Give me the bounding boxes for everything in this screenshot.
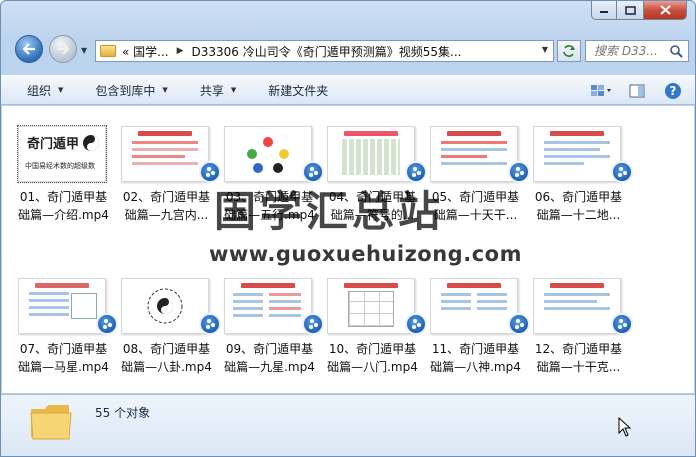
file-item[interactable]: 07、奇门遁甲基 础篇—马星.mp4 — [12, 258, 118, 376]
forward-arrow-icon — [57, 43, 70, 55]
video-thumbnail — [533, 126, 621, 182]
help-icon: ? — [665, 83, 681, 99]
close-button[interactable] — [643, 1, 687, 20]
file-name: 07、奇门遁甲基 础篇—马星.mp4 — [18, 342, 109, 374]
video-thumbnail — [224, 126, 312, 182]
share-menu[interactable]: 共享 ▼ — [200, 82, 236, 99]
back-button[interactable] — [15, 35, 43, 63]
chevron-down-icon: ▼ — [162, 86, 168, 94]
file-item[interactable]: 06、奇门遁甲基 础篇—十二地... — [527, 106, 633, 224]
video-thumbnail — [224, 278, 312, 334]
refresh-button[interactable] — [557, 40, 581, 62]
maximize-button[interactable] — [617, 1, 643, 20]
file-item[interactable]: 11、奇门遁甲基 础篇—八神.mp4 — [424, 258, 530, 376]
breadcrumb-separator-icon[interactable]: ▶ — [177, 46, 184, 56]
video-thumbnail — [121, 278, 209, 334]
file-item[interactable]: 03、奇门遁甲基 础篇—五行.mp4 — [218, 106, 324, 224]
back-arrow-icon — [22, 43, 35, 55]
file-item[interactable]: 02、奇门遁甲基 础篇—九宫内... — [115, 106, 221, 224]
file-name: 09、奇门遁甲基 础篇—九星.mp4 — [224, 342, 315, 374]
file-name: 03、奇门遁甲基 础篇—五行.mp4 — [224, 190, 315, 222]
file-item[interactable]: 09、奇门遁甲基 础篇—九星.mp4 — [218, 258, 324, 376]
file-name: 04、奇门遁甲基 础篇—符号的... — [328, 190, 417, 222]
file-list[interactable]: 奇门遁甲 中国易经术数的超级数 01、奇门遁甲基 础篇—介绍.mp4 02、奇门遁… — [2, 106, 694, 393]
five-elements-diagram — [245, 137, 291, 173]
view-controls: ? — [577, 81, 685, 101]
file-name: 10、奇门遁甲基 础篇—八门.mp4 — [327, 342, 418, 374]
include-library-label: 包含到库中 — [95, 83, 156, 98]
file-name: 08、奇门遁甲基 础篇—八卦.mp4 — [121, 342, 212, 374]
command-bar: 组织 ▼ 包含到库中 ▼ 共享 ▼ 新建文件夹 ? — [1, 75, 695, 105]
file-item[interactable]: 05、奇门遁甲基 础篇—十天干... — [424, 106, 530, 224]
video-thumbnail — [430, 126, 518, 182]
mouse-cursor-icon — [618, 417, 632, 437]
video-thumbnail — [533, 278, 621, 334]
breadcrumb-current[interactable]: D33306 冷山司令《奇门遁甲预测篇》视频55集... — [192, 43, 462, 60]
video-thumbnail — [18, 278, 106, 334]
minimize-icon — [600, 11, 608, 13]
video-thumbnail: 奇门遁甲 中国易经术数的超级数 — [17, 125, 107, 183]
chevron-down-icon: ▼ — [58, 86, 64, 94]
breadcrumb-parent[interactable]: « 国学... — [122, 43, 169, 60]
video-thumbnail — [121, 126, 209, 182]
details-pane: 55 个对象 — [1, 394, 695, 456]
video-thumbnail — [327, 278, 415, 334]
file-name: 12、奇门遁甲基 础篇—十干克... — [534, 342, 623, 374]
file-name: 11、奇门遁甲基 础篇—八神.mp4 — [430, 342, 521, 374]
maximize-icon — [624, 5, 636, 15]
video-thumbnail — [327, 126, 415, 182]
view-icon — [591, 85, 611, 96]
cover-subtitle: 中国易经术数的超级数 — [25, 162, 95, 170]
bagua-icon — [147, 288, 183, 324]
item-count: 55 个对象 — [95, 406, 151, 420]
file-item[interactable]: 08、奇门遁甲基 础篇—八卦.mp4 — [115, 258, 221, 376]
file-item[interactable]: 奇门遁甲 中国易经术数的超级数 01、奇门遁甲基 础篇—介绍.mp4 — [12, 106, 115, 224]
organize-label: 组织 — [27, 83, 52, 98]
help-button[interactable]: ? — [661, 81, 685, 101]
explorer-window: ▼ « 国学... ▶ D33306 冷山司令《奇门遁甲预测篇》视频55集...… — [0, 0, 696, 457]
recent-pages-dropdown[interactable]: ▼ — [81, 46, 87, 55]
cover-title: 奇门遁甲 — [27, 137, 80, 152]
new-folder-button[interactable]: 新建文件夹 — [268, 82, 328, 99]
change-view-button[interactable] — [589, 81, 613, 101]
refresh-icon — [563, 45, 575, 57]
close-icon — [659, 5, 671, 15]
file-item[interactable]: 04、奇门遁甲基 础篇—符号的... — [321, 106, 427, 224]
include-in-library-menu[interactable]: 包含到库中 ▼ — [95, 82, 167, 99]
chevron-down-icon: ▼ — [230, 86, 237, 94]
file-name: 05、奇门遁甲基 础篇—十天干... — [431, 190, 520, 222]
file-name: 06、奇门遁甲基 础篇—十二地... — [534, 190, 623, 222]
file-item[interactable]: 12、奇门遁甲基 础篇—十干克... — [527, 258, 633, 376]
file-name: 01、奇门遁甲基 础篇—介绍.mp4 — [18, 190, 109, 222]
new-folder-label: 新建文件夹 — [268, 83, 329, 98]
media-player-icon — [611, 161, 633, 183]
preview-pane-icon — [629, 84, 645, 98]
forward-button[interactable] — [49, 35, 77, 63]
share-label: 共享 — [199, 83, 224, 98]
search-box[interactable] — [585, 40, 689, 62]
media-player-icon — [611, 313, 633, 335]
caption-buttons — [591, 1, 687, 20]
yin-yang-icon — [83, 135, 99, 151]
video-thumbnail — [430, 278, 518, 334]
folder-icon — [100, 45, 116, 57]
address-dropdown-icon[interactable]: ▼ — [542, 45, 548, 54]
navigation-bar: ▼ « 国学... ▶ D33306 冷山司令《奇门遁甲预测篇》视频55集...… — [1, 23, 695, 73]
preview-pane-button[interactable] — [625, 81, 649, 101]
folder-icon — [30, 405, 72, 440]
search-icon[interactable] — [669, 44, 683, 58]
organize-menu[interactable]: 组织 ▼ — [27, 82, 63, 99]
file-item[interactable]: 10、奇门遁甲基 础篇—八门.mp4 — [321, 258, 427, 376]
minimize-button[interactable] — [591, 1, 617, 20]
file-name: 02、奇门遁甲基 础篇—九宫内... — [122, 190, 211, 222]
svg-text:?: ? — [670, 84, 677, 98]
search-input[interactable] — [594, 44, 666, 58]
address-bar[interactable]: « 国学... ▶ D33306 冷山司令《奇门遁甲预测篇》视频55集... ▼ — [95, 40, 554, 62]
